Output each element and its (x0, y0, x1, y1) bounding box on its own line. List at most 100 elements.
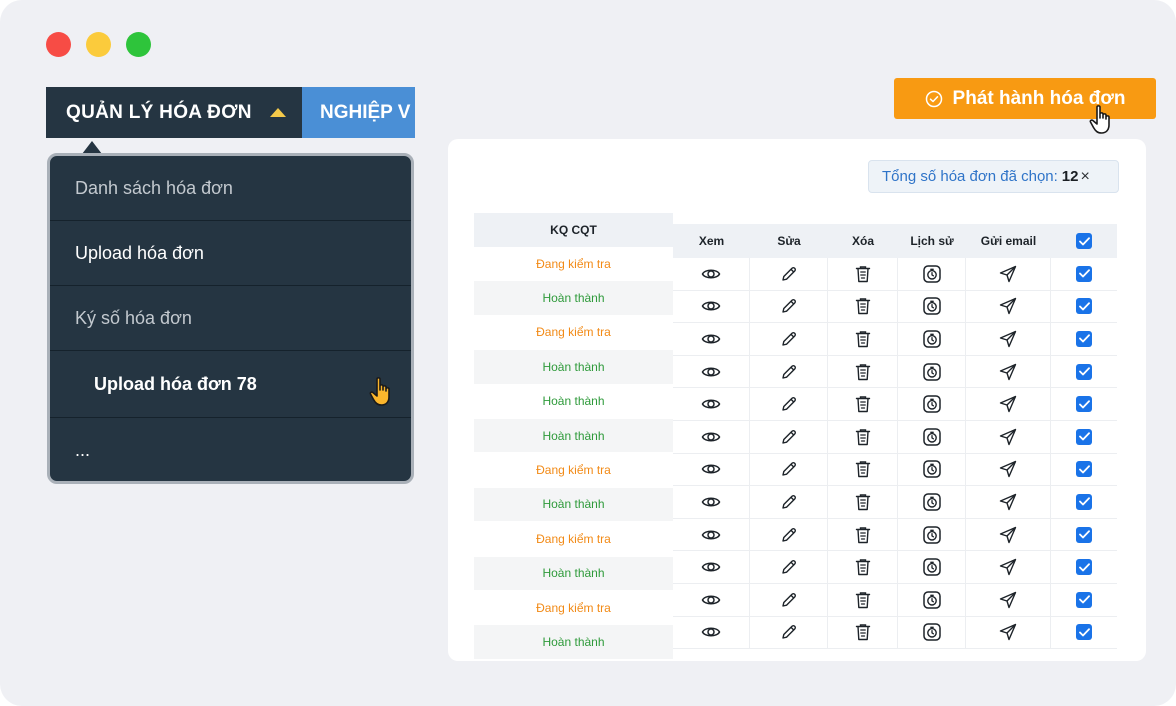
eye-icon (701, 296, 721, 316)
history-button[interactable] (898, 486, 966, 518)
view-button[interactable] (673, 453, 750, 486)
select-all-checkbox[interactable] (1076, 233, 1092, 249)
send-email-button[interactable] (966, 616, 1051, 649)
send-email-button[interactable] (966, 388, 1051, 420)
row-checkbox[interactable] (1076, 298, 1092, 315)
send-email-button[interactable] (966, 290, 1051, 323)
history-button[interactable] (898, 453, 966, 486)
row-checkbox[interactable] (1076, 559, 1092, 576)
edit-button[interactable] (750, 388, 828, 420)
menu-item-invoice-list[interactable]: Danh sách hóa đơn (50, 156, 411, 221)
history-button[interactable] (898, 323, 966, 355)
view-button[interactable] (673, 551, 750, 583)
history-button[interactable] (898, 616, 966, 649)
send-email-button[interactable] (966, 486, 1051, 518)
delete-button[interactable] (828, 258, 898, 290)
table-row (673, 290, 1117, 324)
table-row (673, 355, 1117, 389)
pencil-icon (780, 558, 798, 576)
edit-button[interactable] (750, 258, 828, 290)
trash-icon (854, 525, 872, 545)
eye-icon (701, 525, 721, 545)
edit-button[interactable] (750, 420, 828, 453)
menu-item-sign-invoice[interactable]: Ký số hóa đơn (50, 286, 411, 351)
maximize-window-button[interactable] (126, 32, 151, 57)
send-email-button[interactable] (966, 551, 1051, 583)
row-checkbox[interactable] (1076, 363, 1092, 380)
eye-icon (701, 492, 721, 512)
delete-button[interactable] (828, 518, 898, 551)
edit-button[interactable] (750, 355, 828, 388)
row-select-cell (1051, 258, 1117, 290)
nav-tab-invoice-management[interactable]: QUẢN LÝ HÓA ĐƠN (46, 87, 302, 138)
view-button[interactable] (673, 583, 750, 616)
view-button[interactable] (673, 616, 750, 649)
view-button[interactable] (673, 486, 750, 518)
row-checkbox[interactable] (1076, 526, 1092, 543)
edit-button[interactable] (750, 583, 828, 616)
row-checkbox[interactable] (1076, 493, 1092, 510)
send-email-button[interactable] (966, 355, 1051, 388)
row-select-cell (1051, 519, 1117, 551)
delete-button[interactable] (828, 355, 898, 388)
row-checkbox[interactable] (1076, 330, 1092, 347)
send-email-button[interactable] (966, 518, 1051, 551)
row-checkbox[interactable] (1076, 461, 1092, 478)
history-button[interactable] (898, 420, 966, 453)
view-button[interactable] (673, 355, 750, 388)
history-button[interactable] (898, 583, 966, 616)
view-button[interactable] (673, 258, 750, 290)
edit-button[interactable] (750, 453, 828, 486)
clear-selection-button[interactable]: × (1080, 168, 1089, 186)
status-cell: Hoàn thành (474, 281, 673, 316)
row-checkbox[interactable] (1076, 624, 1092, 641)
send-email-button[interactable] (966, 420, 1051, 453)
edit-button[interactable] (750, 616, 828, 649)
view-button[interactable] (673, 420, 750, 453)
history-button[interactable] (898, 290, 966, 323)
edit-button[interactable] (750, 323, 828, 355)
row-checkbox[interactable] (1076, 396, 1092, 413)
delete-button[interactable] (828, 583, 898, 616)
nav-tab-operations[interactable]: NGHIỆP V (302, 87, 415, 138)
edit-button[interactable] (750, 486, 828, 518)
view-button[interactable] (673, 518, 750, 551)
edit-button[interactable] (750, 551, 828, 583)
eye-icon (701, 459, 721, 479)
delete-button[interactable] (828, 551, 898, 583)
send-email-button[interactable] (966, 323, 1051, 355)
row-checkbox[interactable] (1076, 428, 1092, 445)
delete-button[interactable] (828, 290, 898, 323)
delete-button[interactable] (828, 323, 898, 355)
edit-button[interactable] (750, 518, 828, 551)
send-email-button[interactable] (966, 583, 1051, 616)
view-button[interactable] (673, 388, 750, 420)
status-cell: Đang kiểm tra (474, 590, 673, 626)
minimize-window-button[interactable] (86, 32, 111, 57)
history-button[interactable] (898, 355, 966, 388)
table-row (673, 258, 1117, 291)
history-button[interactable] (898, 258, 966, 290)
delete-button[interactable] (828, 420, 898, 453)
clock-icon (922, 362, 942, 382)
menu-item-upload-invoice-78[interactable]: Upload hóa đơn 78 (50, 351, 411, 418)
menu-item-more[interactable]: ... (50, 418, 411, 482)
row-select-cell (1051, 617, 1117, 649)
send-email-button[interactable] (966, 258, 1051, 290)
edit-button[interactable] (750, 290, 828, 323)
row-checkbox[interactable] (1076, 591, 1092, 608)
clock-icon (922, 557, 942, 577)
history-button[interactable] (898, 551, 966, 583)
view-button[interactable] (673, 290, 750, 323)
delete-button[interactable] (828, 616, 898, 649)
delete-button[interactable] (828, 388, 898, 420)
view-button[interactable] (673, 323, 750, 355)
history-button[interactable] (898, 388, 966, 420)
menu-item-upload-invoice[interactable]: Upload hóa đơn (50, 221, 411, 286)
close-window-button[interactable] (46, 32, 71, 57)
history-button[interactable] (898, 518, 966, 551)
delete-button[interactable] (828, 486, 898, 518)
delete-button[interactable] (828, 453, 898, 486)
send-email-button[interactable] (966, 453, 1051, 486)
row-checkbox[interactable] (1076, 265, 1092, 282)
